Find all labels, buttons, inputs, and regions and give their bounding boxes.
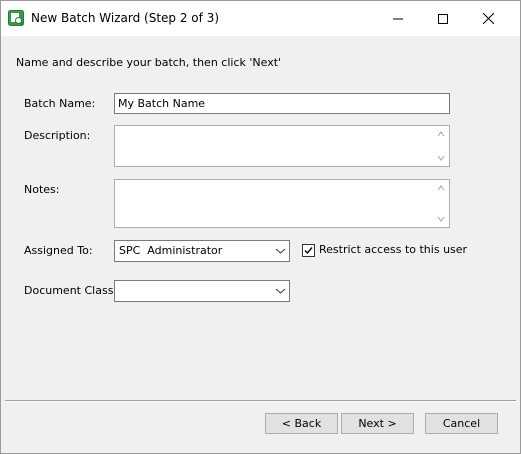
notes-field[interactable] [114, 179, 450, 228]
scroll-down-icon[interactable] [437, 154, 445, 162]
batch-name-label: Batch Name: [24, 97, 96, 110]
assigned-to-dropdown[interactable]: SPC Administrator [114, 240, 290, 262]
description-label: Description: [24, 129, 91, 142]
wizard-content: Name and describe your batch, then click… [5, 36, 516, 449]
scroll-up-icon[interactable] [437, 130, 445, 138]
batch-name-input[interactable] [115, 94, 449, 113]
scroll-down-icon[interactable] [437, 215, 445, 223]
restrict-access-checkbox[interactable] [302, 244, 315, 257]
close-icon [482, 13, 494, 24]
description-field[interactable] [114, 125, 450, 167]
description-scrollbar[interactable] [433, 126, 449, 166]
cancel-button[interactable]: Cancel [425, 413, 498, 434]
scroll-up-icon[interactable] [437, 184, 445, 192]
close-button[interactable] [465, 1, 511, 36]
minimize-icon [393, 18, 403, 19]
window-title: New Batch Wizard (Step 2 of 3) [31, 11, 220, 25]
document-class-label: Document Class: [24, 284, 118, 297]
next-button[interactable]: Next > [341, 413, 414, 434]
instruction-text: Name and describe your batch, then click… [16, 56, 282, 69]
wizard-window: New Batch Wizard (Step 2 of 3) Name and … [0, 0, 521, 454]
app-icon [8, 10, 24, 26]
checkmark-icon [304, 247, 313, 255]
maximize-icon [438, 13, 448, 24]
notes-label: Notes: [24, 183, 60, 196]
minimize-button[interactable] [375, 1, 421, 36]
document-class-dropdown[interactable] [114, 280, 290, 302]
assigned-to-label: Assigned To: [24, 244, 93, 257]
maximize-button[interactable] [420, 1, 466, 36]
restrict-access-label[interactable]: Restrict access to this user [319, 243, 467, 256]
batch-name-field[interactable] [114, 93, 450, 114]
notes-scrollbar[interactable] [433, 180, 449, 227]
back-button[interactable]: < Back [265, 413, 338, 434]
chevron-down-icon [275, 288, 286, 294]
footer-divider [5, 400, 516, 402]
assigned-to-value: SPC Administrator [119, 244, 223, 257]
title-bar[interactable]: New Batch Wizard (Step 2 of 3) [1, 1, 520, 36]
chevron-down-icon [275, 248, 286, 254]
